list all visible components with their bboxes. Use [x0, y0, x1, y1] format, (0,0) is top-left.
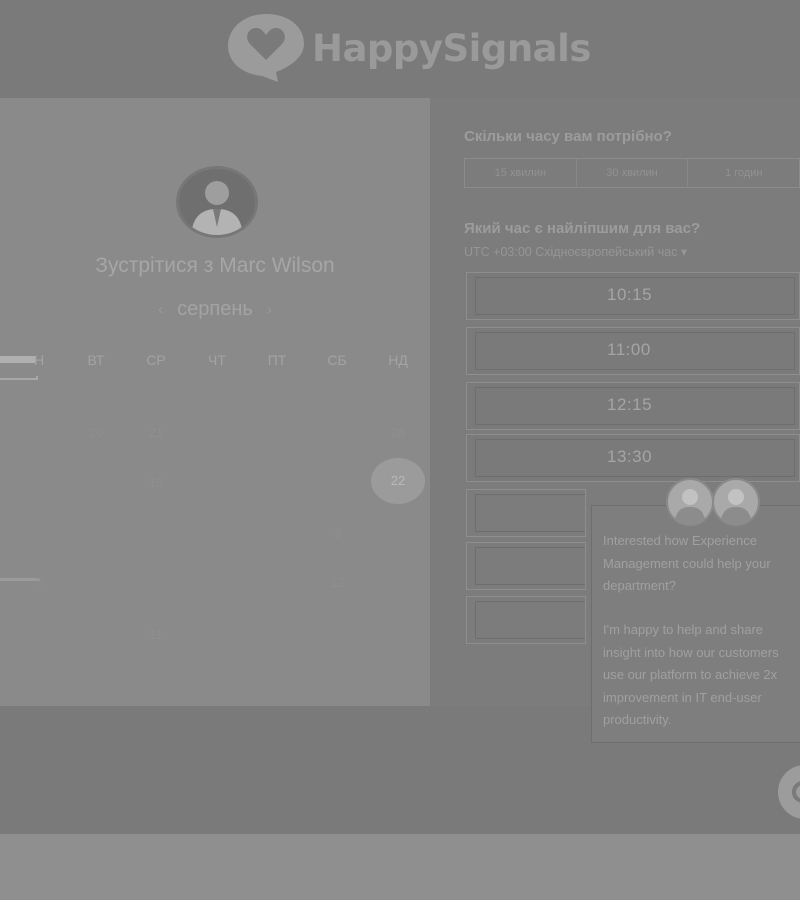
weekday-label: Н: [34, 352, 45, 368]
weekday-fri: ПТ: [267, 352, 287, 368]
slot-frame: [475, 601, 585, 639]
time-slot-label: 11:00: [607, 340, 651, 359]
agent-avatar: [666, 478, 714, 526]
calendar-day[interactable]: 12: [318, 575, 358, 590]
brand-logo[interactable]: HappySignals: [226, 12, 591, 84]
weekday-tue: ВТ: [87, 352, 105, 368]
duration-option-30[interactable]: 30 хвилин: [577, 159, 689, 187]
timezone-label: UTC +03:00 Східноєвропейський час: [464, 245, 678, 259]
time-slot-label: 12:15: [607, 395, 653, 414]
duration-selector: 15 хвилин 30 хвилин 1 годин: [464, 158, 800, 188]
chevron-right-icon[interactable]: ›: [267, 301, 272, 318]
chat-icon: [792, 781, 800, 803]
meeting-title: Зустрітися з Marc Wilson: [95, 254, 335, 277]
time-slot[interactable]: [466, 596, 586, 644]
calendar-day[interactable]: 5: [20, 575, 60, 590]
calendar-day[interactable]: 28: [378, 425, 418, 440]
time-slot[interactable]: 11:00: [466, 327, 800, 375]
calendar-day[interactable]: 3: [318, 525, 358, 540]
calendar-day-selected[interactable]: 22: [371, 458, 425, 504]
brand-name: HappySignals: [312, 26, 591, 70]
weekday-bar: [0, 356, 36, 363]
weekday-sun: НД: [388, 352, 408, 368]
duration-option-15[interactable]: 15 хвилин: [465, 159, 577, 187]
duration-heading: Скільки часу вам потрібно?: [464, 128, 672, 145]
weekday-thu: ЧТ: [208, 352, 226, 368]
calendar-day[interactable]: 15: [136, 475, 176, 490]
host-avatar: [176, 166, 258, 238]
weekday-mon: Н: [0, 352, 45, 380]
weekday-underline: [0, 376, 38, 380]
time-heading: Який час є найліпшим для вас?: [464, 220, 701, 237]
calendar-day[interactable]: 11: [136, 627, 176, 642]
heart-chat-logo-icon: [226, 12, 306, 84]
time-slot[interactable]: [466, 489, 586, 537]
chat-agent-avatars: [666, 478, 766, 528]
chevron-left-icon[interactable]: ‹: [158, 301, 163, 318]
time-slot-label: 13:30: [607, 447, 653, 466]
time-slot[interactable]: 13:30: [466, 434, 800, 482]
weekday-wed: СР: [146, 352, 166, 368]
slot-frame: [475, 547, 585, 585]
month-navigation: ‹ серпень ›: [0, 298, 430, 321]
calendar-day[interactable]: 21: [136, 425, 176, 440]
time-slot[interactable]: [466, 542, 586, 590]
duration-option-60[interactable]: 1 годин: [688, 159, 799, 187]
chat-message-intro: Interested how Experience Management cou…: [603, 533, 771, 593]
calendar-day[interactable]: 20: [76, 425, 116, 440]
time-slot[interactable]: 10:15: [466, 272, 800, 320]
chat-message-body: I'm happy to help and share insight into…: [603, 622, 779, 727]
timezone-select[interactable]: UTC +03:00 Східноєвропейський час ▾: [464, 244, 687, 259]
month-label: серпень: [177, 298, 253, 320]
chat-popup[interactable]: Interested how Experience Management cou…: [591, 505, 800, 743]
agent-avatar: [712, 478, 760, 526]
weekday-sat: СБ: [327, 352, 347, 368]
time-slot[interactable]: 12:15: [466, 382, 800, 430]
slot-frame: [475, 494, 585, 532]
chevron-down-icon: ▾: [680, 245, 688, 259]
header-bar: HappySignals: [0, 0, 800, 98]
time-slot-label: 10:15: [607, 285, 653, 304]
